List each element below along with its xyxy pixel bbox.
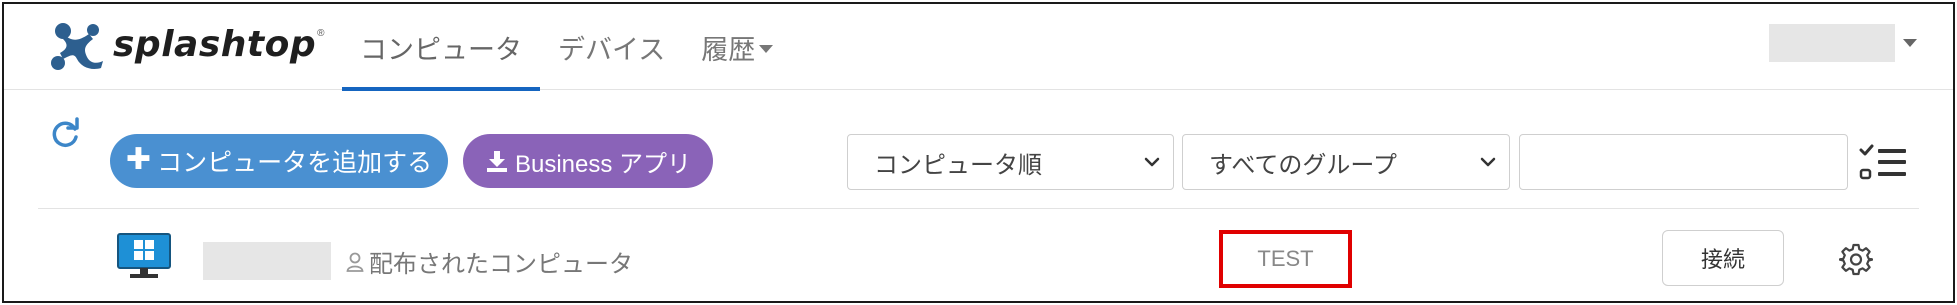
user-icon bbox=[346, 252, 364, 272]
plus-icon: ✚ bbox=[125, 143, 152, 176]
app-frame: splashtop ® コンピュータ デバイス 履歴 ✚ コンピュータを追加する… bbox=[2, 2, 1955, 303]
chevron-down-icon bbox=[1144, 157, 1160, 167]
top-navigation: splashtop ® コンピュータ デバイス 履歴 bbox=[4, 4, 1953, 91]
sort-select[interactable]: コンピュータ順 bbox=[847, 134, 1174, 190]
toolbar: ✚ コンピュータを追加する Business アプリ コンピュータ順 すべてのグ… bbox=[4, 90, 1953, 210]
business-app-label: Business アプリ bbox=[514, 150, 692, 178]
computer-name-redacted bbox=[203, 242, 331, 280]
connect-label: 接続 bbox=[1700, 247, 1745, 272]
add-computer-button[interactable]: ✚ コンピュータを追加する bbox=[110, 134, 448, 188]
download-icon bbox=[486, 151, 507, 172]
toolbar-divider bbox=[38, 208, 1919, 209]
logo-wordmark: splashtop bbox=[113, 23, 317, 65]
tab-history[interactable]: 履歴 bbox=[683, 4, 791, 90]
tab-history-label: 履歴 bbox=[701, 34, 756, 65]
connect-button[interactable]: 接続 bbox=[1662, 230, 1784, 286]
splashtop-logo[interactable]: splashtop ® bbox=[49, 18, 324, 74]
business-app-button[interactable]: Business アプリ bbox=[463, 134, 713, 188]
refresh-icon[interactable] bbox=[48, 117, 82, 151]
computer-row[interactable]: 配布されたコンピュータ TEST 接続 bbox=[4, 210, 1953, 302]
tab-devices-label: デバイス bbox=[558, 34, 666, 65]
chevron-down-icon bbox=[1903, 39, 1917, 47]
trademark-symbol: ® bbox=[317, 28, 325, 39]
tab-computers-label: コンピュータ bbox=[360, 34, 522, 65]
checklist-icon[interactable] bbox=[1859, 144, 1909, 180]
deployed-status: 配布されたコンピュータ bbox=[346, 244, 633, 279]
windows-monitor-icon bbox=[117, 233, 171, 278]
gear-icon[interactable] bbox=[1839, 242, 1873, 276]
tab-devices[interactable]: デバイス bbox=[540, 4, 683, 90]
tag-label: TEST bbox=[1257, 246, 1314, 271]
computer-tag: TEST bbox=[1219, 230, 1352, 288]
chevron-down-icon bbox=[1480, 157, 1496, 167]
deployed-status-label: 配布されたコンピュータ bbox=[369, 251, 633, 278]
user-menu[interactable] bbox=[1769, 24, 1917, 62]
user-name-redacted bbox=[1769, 24, 1895, 62]
splashtop-logo-icon bbox=[51, 23, 103, 70]
group-select[interactable]: すべてのグループ bbox=[1182, 134, 1510, 190]
tab-computers[interactable]: コンピュータ bbox=[342, 4, 540, 91]
add-computer-label: コンピュータを追加する bbox=[157, 149, 433, 177]
group-select-value: すべてのグループ bbox=[1209, 151, 1397, 179]
caret-down-icon bbox=[759, 45, 774, 53]
main-tabs: コンピュータ デバイス 履歴 bbox=[342, 4, 791, 91]
sort-select-value: コンピュータ順 bbox=[874, 151, 1042, 179]
search-input[interactable] bbox=[1519, 134, 1848, 190]
